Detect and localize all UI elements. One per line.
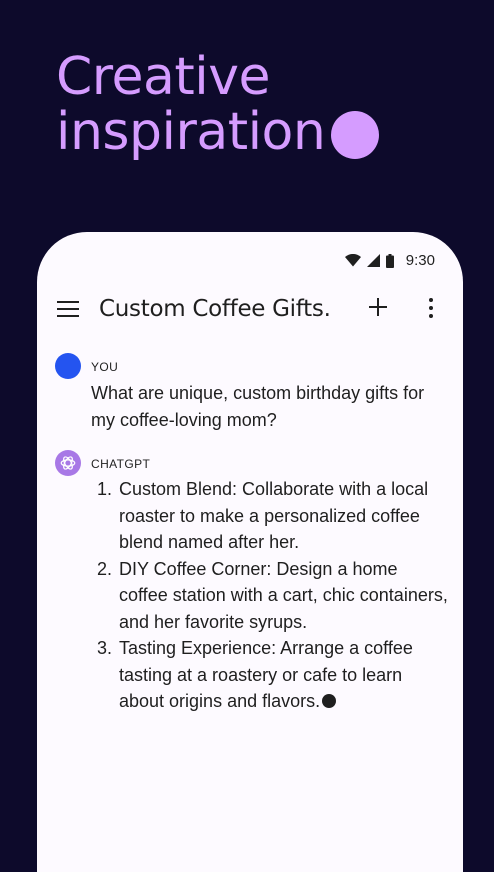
answer-body: 1. Custom Blend: Collaborate with a loca…	[91, 476, 451, 715]
answer-list: 1. Custom Blend: Collaborate with a loca…	[91, 476, 451, 715]
list-item-number: 3.	[97, 638, 113, 658]
list-item-number: 2.	[97, 558, 113, 579]
phone-screen: 9:30 Custom Coffee Gifts. YOU What are u…	[37, 232, 463, 872]
conversation-title: Custom Coffee Gifts.	[99, 296, 331, 322]
plus-icon[interactable]	[367, 296, 389, 318]
list-item: 3. Tasting Experience: Arrange a coffee …	[91, 635, 451, 715]
accent-dot-icon	[331, 110, 380, 159]
headline-line-1: Creative	[56, 47, 271, 107]
user-message: YOU What are unique, custom birthday gif…	[55, 353, 447, 433]
list-item-text: Custom Blend: Collaborate with a local r…	[119, 479, 429, 552]
typing-cursor-icon	[322, 694, 337, 708]
sender-label: CHATGPT	[91, 457, 151, 471]
list-item-text: Tasting Experience: Arrange a coffee tas…	[119, 638, 413, 711]
chatgpt-avatar	[55, 450, 81, 476]
cellular-icon	[366, 254, 380, 267]
more-vertical-icon[interactable]	[423, 297, 439, 319]
sender-label: YOU	[91, 360, 119, 374]
app-bar: Custom Coffee Gifts.	[37, 290, 463, 330]
headline-line-2: inspiration	[56, 102, 326, 162]
list-item-number: 1.	[97, 479, 113, 499]
message-text: What are unique, custom birthday gifts f…	[91, 383, 425, 430]
assistant-message: CHATGPT 1. Custom Blend: Collaborate wit…	[55, 450, 448, 720]
wifi-icon	[344, 254, 361, 267]
status-bar: 9:30	[344, 252, 435, 269]
menu-icon[interactable]	[57, 300, 79, 318]
status-time: 9:30	[405, 252, 435, 269]
user-avatar	[55, 353, 81, 379]
list-item: 1. Custom Blend: Collaborate with a loca…	[91, 476, 451, 556]
promo-headline: Creative inspiration	[56, 47, 380, 162]
list-item-text: DIY Coffee Corner: Design a home coffee …	[119, 558, 448, 632]
battery-icon	[385, 253, 394, 268]
openai-logo-icon	[60, 456, 76, 470]
list-item: 2. DIY Coffee Corner: Design a home coff…	[91, 556, 451, 636]
